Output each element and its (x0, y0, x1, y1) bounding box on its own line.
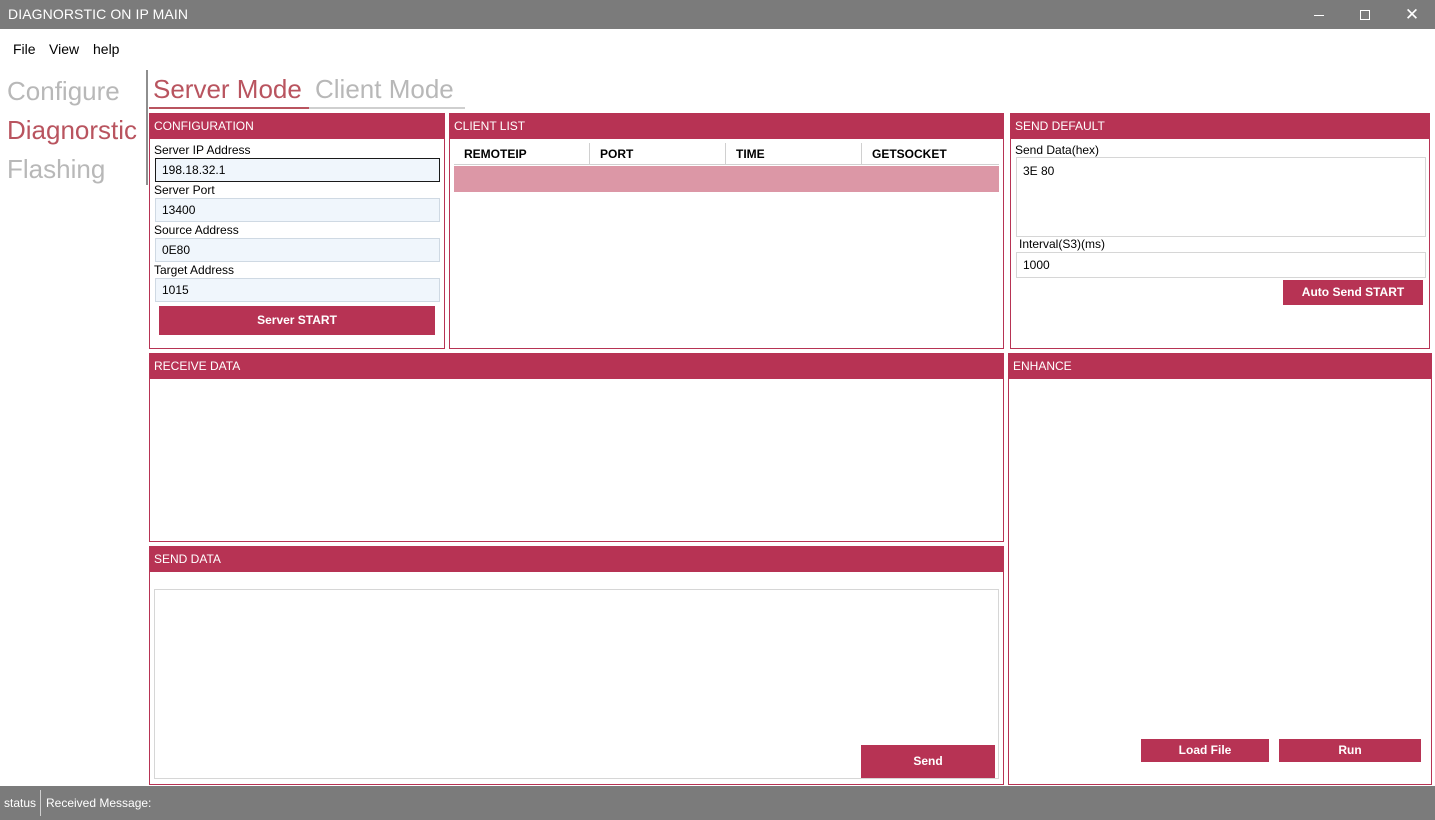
title-bar: DIAGNORSTIC ON IP MAIN ✕ (0, 0, 1435, 29)
target-address-label: Target Address (154, 263, 235, 277)
enhance-header: ENHANCE (1009, 354, 1431, 379)
source-address-input[interactable]: 0E80 (155, 238, 440, 262)
run-button[interactable]: Run (1279, 739, 1421, 762)
status-bar: status Received Message: (0, 786, 1435, 820)
receive-data-panel: RECEIVE DATA (149, 353, 1004, 542)
menu-help[interactable]: help (93, 41, 119, 57)
send-data-panel: SEND DATA Send (149, 546, 1004, 785)
menu-view[interactable]: View (49, 41, 79, 57)
nav-flashing[interactable]: Flashing (7, 154, 105, 185)
client-list-columns: REMOTEIP PORT TIME GETSOCKET (454, 143, 999, 165)
auto-send-start-button[interactable]: Auto Send START (1283, 280, 1423, 305)
server-port-input[interactable]: 13400 (155, 198, 440, 222)
target-address-input[interactable]: 1015 (155, 278, 440, 302)
close-icon[interactable]: ✕ (1389, 0, 1435, 29)
source-address-label: Source Address (154, 223, 239, 237)
column-getsocket[interactable]: GETSOCKET (862, 143, 999, 165)
configuration-panel: CONFIGURATION Server IP Address 198.18.3… (149, 113, 445, 349)
column-port[interactable]: PORT (590, 143, 726, 165)
tab-inactive-indicator (309, 107, 465, 109)
status-label: status (4, 796, 37, 810)
table-row[interactable] (454, 166, 999, 192)
configuration-header: CONFIGURATION (150, 114, 444, 139)
column-remoteip[interactable]: REMOTEIP (454, 143, 590, 165)
server-start-button[interactable]: Server START (159, 306, 435, 335)
send-default-panel: SEND DEFAULT Send Data(hex) 3E 80 Interv… (1010, 113, 1430, 349)
maximize-icon[interactable] (1342, 0, 1388, 29)
minimize-icon[interactable] (1296, 0, 1342, 29)
load-file-button[interactable]: Load File (1141, 739, 1269, 762)
send-data-header: SEND DATA (150, 547, 1003, 572)
send-data-hex-input[interactable]: 3E 80 (1016, 157, 1426, 237)
send-default-header: SEND DEFAULT (1011, 114, 1429, 139)
column-time[interactable]: TIME (726, 143, 862, 165)
interval-label: Interval(S3)(ms) (1019, 237, 1106, 251)
server-ip-input[interactable]: 198.18.32.1 (155, 158, 440, 182)
nav-configure[interactable]: Configure (7, 76, 120, 107)
send-button[interactable]: Send (861, 745, 995, 778)
client-list-panel: CLIENT LIST REMOTEIP PORT TIME GETSOCKET (449, 113, 1004, 349)
send-data-hex-label: Send Data(hex) (1015, 143, 1100, 157)
enhance-panel: ENHANCE Load File Run (1008, 353, 1432, 785)
interval-input[interactable]: 1000 (1016, 252, 1426, 278)
receive-data-header: RECEIVE DATA (150, 354, 1003, 379)
tab-client-mode[interactable]: Client Mode (315, 74, 454, 105)
nav-divider (146, 70, 148, 185)
window-title: DIAGNORSTIC ON IP MAIN (8, 6, 189, 22)
tab-server-mode[interactable]: Server Mode (153, 74, 302, 105)
tab-active-indicator (149, 107, 309, 109)
server-port-label: Server Port (154, 183, 215, 197)
status-separator (40, 790, 41, 816)
nav-diagnorstic[interactable]: Diagnorstic (7, 115, 137, 146)
received-message-label: Received Message: (46, 796, 152, 810)
server-ip-label: Server IP Address (154, 143, 251, 157)
menu-file[interactable]: File (13, 41, 36, 57)
client-list-header: CLIENT LIST (450, 114, 1003, 139)
menu-bar: File View help (1, 29, 1434, 69)
